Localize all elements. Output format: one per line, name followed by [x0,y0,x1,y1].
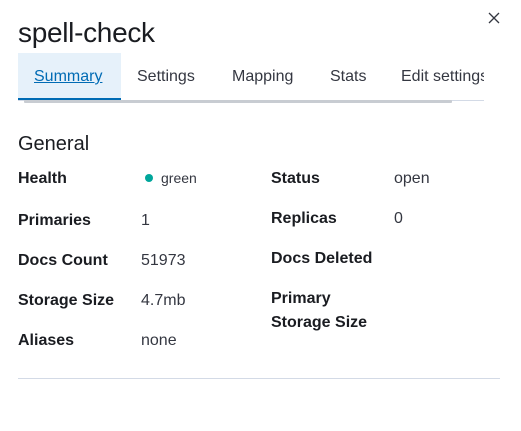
tab-stats[interactable]: Stats [314,53,382,100]
status-value: open [394,170,430,187]
primary-storage-size-label-line1: Primary [271,290,331,307]
dot-icon [145,174,153,182]
section-title-general: General [18,133,90,155]
tab-bar: Summary Settings Mapping Stats Edit sett… [18,53,484,101]
index-details-flyout: spell-check Summary Settings Mapping Sta… [0,0,521,431]
flyout-title: spell-check [18,17,155,48]
section-divider [18,378,500,379]
tab-mapping[interactable]: Mapping [216,53,309,100]
health-value: green [145,167,197,189]
health-value-text: green [161,170,197,186]
tab-edit-settings[interactable]: Edit settings [385,53,484,100]
docs-count-value: 51973 [141,252,186,269]
status-label: Status [271,170,320,187]
replicas-label: Replicas [271,210,337,227]
tab-settings[interactable]: Settings [121,53,211,100]
primaries-value: 1 [141,212,150,229]
tabs-scrollbar[interactable] [24,100,452,103]
tab-summary[interactable]: Summary [18,53,121,100]
docs-count-label: Docs Count [18,252,108,269]
close-button[interactable] [485,9,503,27]
storage-size-value: 4.7mb [141,292,186,309]
primary-storage-size-label-line2: Storage Size [271,314,368,331]
docs-deleted-label: Docs Deleted [271,250,373,267]
storage-size-label: Storage Size [18,292,115,309]
aliases-label: Aliases [18,332,75,349]
replicas-value: 0 [394,210,403,227]
close-icon [488,12,500,24]
aliases-value: none [141,332,177,349]
primaries-label: Primaries [18,212,91,229]
health-label: Health [18,170,67,187]
